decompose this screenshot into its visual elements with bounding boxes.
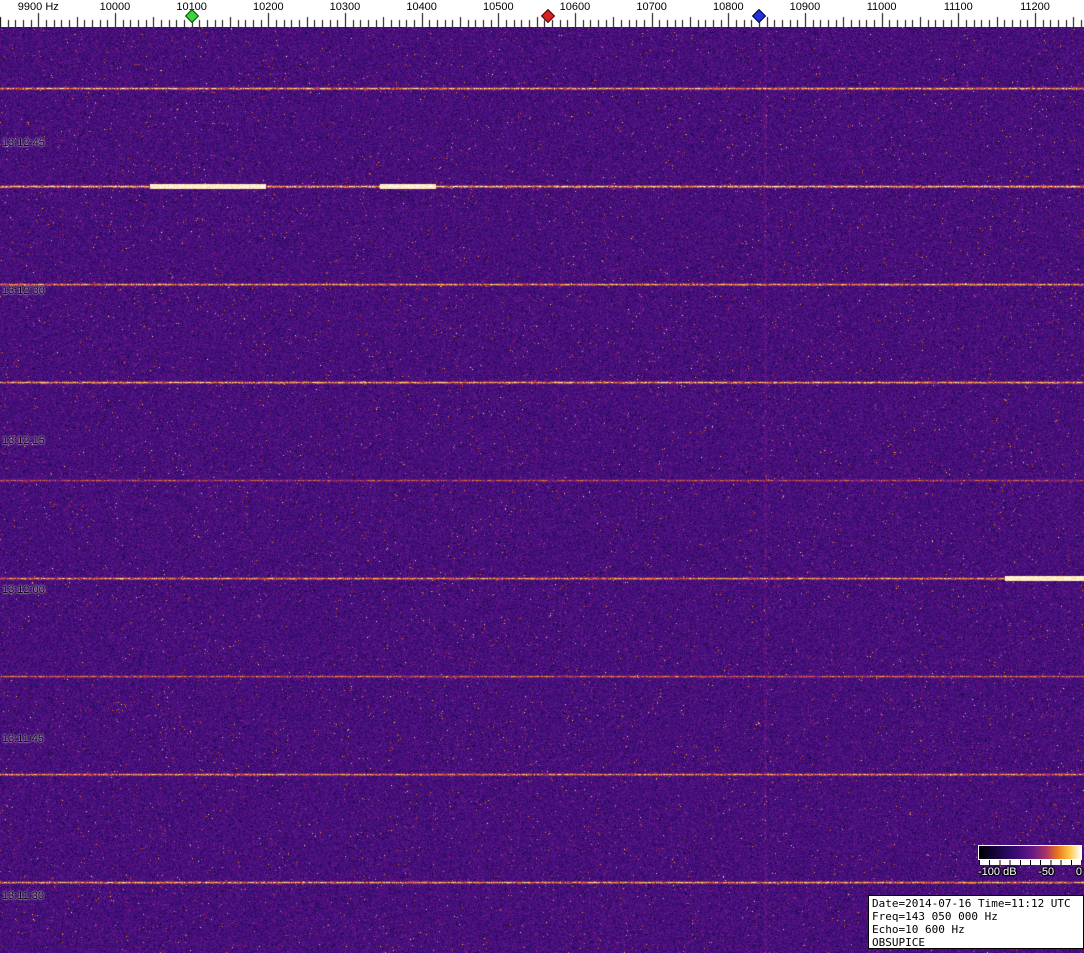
freq-tick-label: 11000 [866, 1, 897, 13]
waterfall-area: 13:12:45 13:12:30 13:12:15 13:12:00 13:11:45… [0, 27, 1084, 953]
time-label: 13:12:45 [2, 137, 45, 149]
freq-tick-label: 10500 [483, 1, 514, 13]
freq-tick-label: 10200 [253, 1, 284, 13]
freq-tick-label: 11100 [943, 1, 973, 13]
time-label: 13:11:30 [2, 890, 45, 902]
freq-tick-label: 9900 Hz [17, 1, 59, 13]
legend-min-label: -100 dB [978, 866, 1017, 878]
info-frequency: Freq=143 050 000 Hz [872, 910, 998, 923]
legend-max-label: 0 [1075, 866, 1082, 878]
info-station: OBSUPICE [872, 936, 925, 949]
observation-info-box: Date=2014-07-16 Time=11:12 UTC Freq=143 … [868, 895, 1084, 949]
freq-tick-label: 10900 [789, 1, 821, 13]
time-label: 13:12:00 [2, 584, 45, 596]
freq-tick-label: 10800 [713, 1, 744, 13]
freq-tick-label: 10000 [99, 1, 131, 13]
freq-tick-label: 10600 [559, 1, 591, 13]
freq-tick-label: 11200 [1020, 1, 1050, 13]
frequency-ruler: 9900 Hz 10000 10100 10200 10300 10400 10500 106… [0, 0, 1084, 27]
freq-tick-label: 10400 [406, 1, 437, 13]
freq-tick-label: 10700 [636, 1, 667, 13]
legend-mid-label: -50 [1038, 866, 1055, 878]
spectrogram-window: 9900 Hz 10000 10100 10200 10300 10400 10500 106… [0, 0, 1084, 953]
time-label: 13:12:30 [2, 285, 45, 297]
color-scale-legend: -100 dB -50 0 [978, 845, 1082, 878]
color-scale-gradient [978, 845, 1082, 860]
time-label: 13:11:45 [2, 733, 45, 745]
info-date-time: Date=2014-07-16 Time=11:12 UTC [872, 897, 1071, 910]
info-echo: Echo=10 600 Hz [872, 923, 965, 936]
time-label: 13:12:15 [2, 435, 45, 447]
spectrogram-canvas [0, 27, 1084, 953]
freq-tick-label: 10300 [329, 1, 361, 13]
color-scale-labels: -100 dB -50 0 [978, 866, 1082, 878]
color-scale-ticks [979, 860, 1081, 865]
